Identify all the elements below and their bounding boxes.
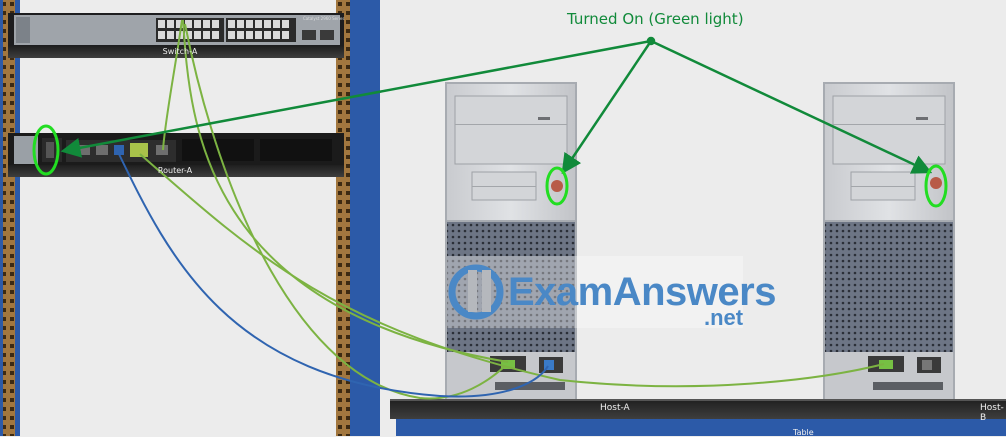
watermark-suffix: .net (704, 305, 744, 330)
workspace-canvas[interactable]: Turned On (Green light) Catalyst 2960 Se… (0, 0, 1006, 437)
equipment-rack (0, 0, 380, 436)
host-b-label[interactable]: Host-B (980, 403, 1006, 423)
switch-brand-label: Catalyst 2960 Series (303, 16, 345, 21)
host-a-label[interactable]: Host-A (600, 403, 630, 413)
annotation-label: Turned On (Green light) (567, 10, 744, 28)
table (390, 399, 1006, 436)
router-a-label[interactable]: Router-A (140, 166, 210, 175)
switch-a-label[interactable]: Switch-A (150, 47, 210, 56)
